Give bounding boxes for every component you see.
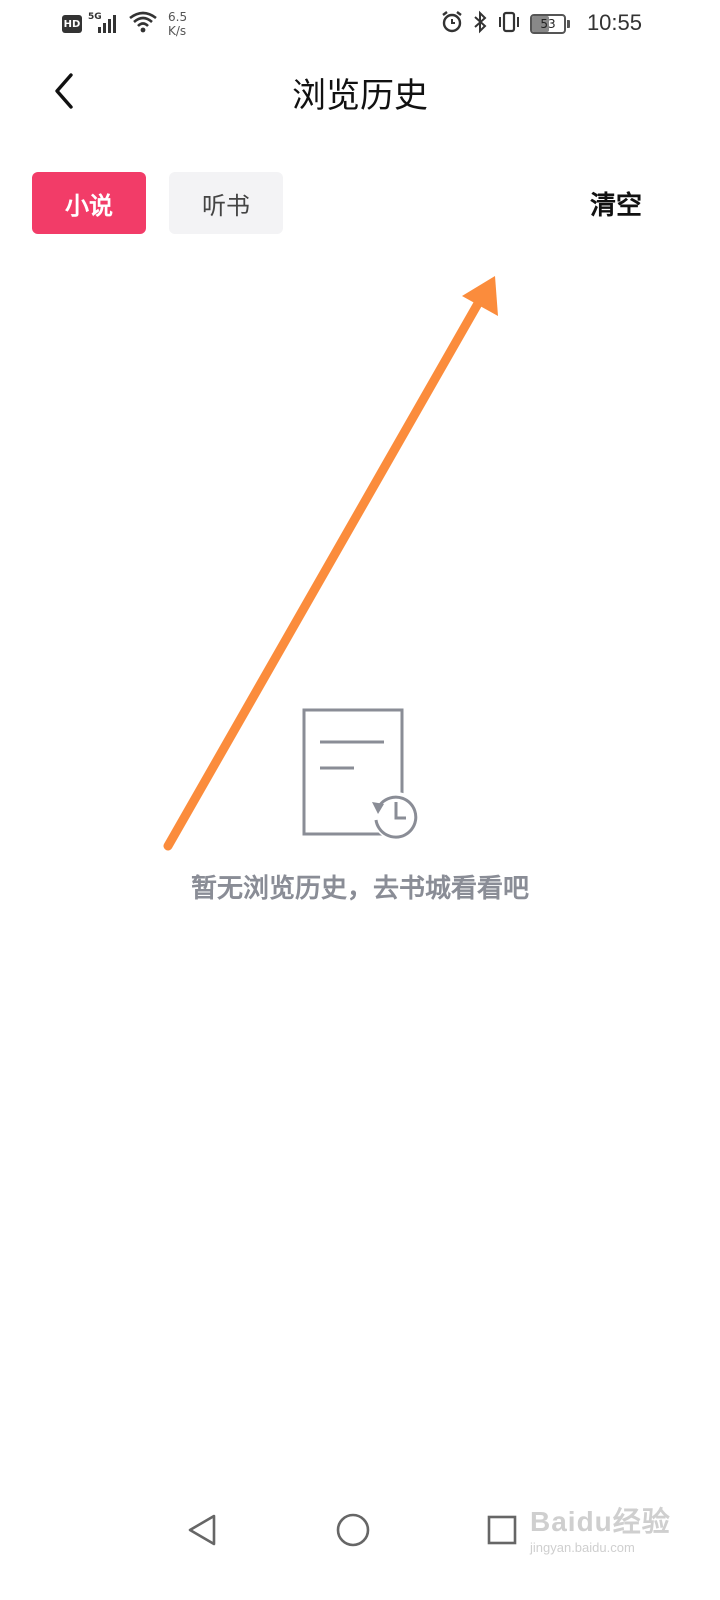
vibrate-icon [496, 10, 522, 38]
clear-button[interactable]: 清空 [590, 172, 642, 234]
clock: 10:55 [586, 10, 642, 35]
tab-audiobook[interactable]: 听书 [169, 172, 283, 234]
empty-message: 暂无浏览历史，去书城看看吧 [190, 874, 529, 904]
alarm-icon [440, 10, 464, 38]
empty-state: 暂无浏览历史，去书城看看吧 [0, 700, 720, 920]
status-bar: HD 5G 6.5 K/s 53 10:55 [0, 0, 720, 48]
speed-unit: K/s [168, 24, 187, 38]
network-speed: 6.5 K/s [168, 10, 187, 38]
recents-square-icon [487, 1515, 517, 1545]
system-home-button[interactable] [331, 1508, 375, 1552]
system-recents-button[interactable] [480, 1508, 524, 1552]
signal-icon: 5G [88, 12, 122, 36]
header: 浏览历史 [0, 56, 720, 126]
watermark: Baidu经验 jingyan.baidu.com [530, 1500, 680, 1555]
status-left: HD 5G 6.5 K/s [62, 8, 187, 40]
hd-icon: HD [62, 15, 82, 33]
wifi-icon [128, 10, 158, 38]
watermark-url: jingyan.baidu.com [530, 1540, 635, 1555]
back-triangle-icon [188, 1514, 216, 1546]
status-right: 53 [440, 8, 570, 40]
battery-icon: 53 [530, 14, 570, 34]
system-back-button[interactable] [180, 1508, 224, 1552]
tab-novel[interactable]: 小说 [32, 172, 146, 234]
battery-level: 53 [540, 17, 556, 31]
home-circle-icon [336, 1513, 370, 1547]
document-history-icon [300, 704, 426, 844]
speed-value: 6.5 [168, 10, 188, 24]
bluetooth-icon [472, 10, 488, 38]
watermark-brand: Baidu经验 [530, 1506, 671, 1537]
page-title: 浏览历史 [292, 76, 428, 116]
tab-row: 小说 听书 清空 [32, 172, 688, 234]
